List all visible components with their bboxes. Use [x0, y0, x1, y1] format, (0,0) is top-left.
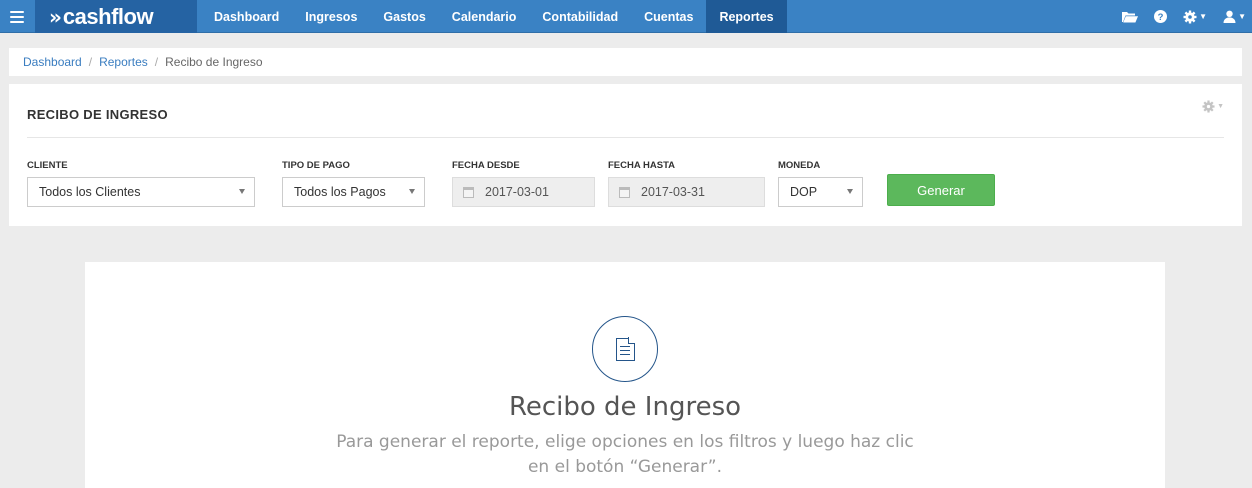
cliente-value: Todos los Clientes — [39, 185, 141, 199]
nav-item-gastos[interactable]: Gastos — [370, 0, 438, 33]
tipo-pago-label: TIPO DE PAGO — [282, 160, 350, 171]
cliente-label: CLIENTE — [27, 160, 68, 171]
report-empty-state: Recibo de Ingreso Para generar el report… — [85, 262, 1165, 488]
fecha-hasta-value: 2017-03-31 — [641, 185, 705, 199]
report-filter-panel: RECIBO DE INGRESO ▼ CLIENTE Todos los Cl… — [9, 84, 1242, 226]
nav-item-ingresos[interactable]: Ingresos — [292, 0, 370, 33]
breadcrumb-dashboard[interactable]: Dashboard — [23, 55, 82, 69]
moneda-select[interactable]: DOP — [778, 177, 863, 207]
fecha-hasta-input[interactable]: 2017-03-31 — [608, 177, 765, 207]
nav-item-calendario[interactable]: Calendario — [439, 0, 530, 33]
menu-toggle-button[interactable] — [0, 0, 34, 33]
fecha-hasta-label: FECHA HASTA — [608, 160, 676, 171]
svg-text:?: ? — [1158, 12, 1164, 23]
panel-settings-button[interactable]: ▼ — [1202, 100, 1224, 113]
user-icon[interactable]: ▼ — [1223, 10, 1246, 23]
brand-logo[interactable]: » cashflow — [35, 0, 197, 33]
nav-item-reportes[interactable]: Reportes — [706, 0, 787, 33]
dropdown-arrow-icon — [409, 189, 415, 194]
generate-button[interactable]: Generar — [887, 174, 995, 206]
brand-name: cashflow — [62, 3, 154, 29]
dropdown-arrow-icon — [239, 189, 245, 194]
moneda-value: DOP — [790, 185, 818, 199]
calendar-icon — [619, 186, 630, 198]
cliente-select[interactable]: Todos los Clientes — [27, 177, 255, 207]
moneda-label: MONEDA — [778, 160, 821, 171]
nav-right-tools: ? ▼ ▼ — [1106, 0, 1246, 33]
gear-icon — [1202, 100, 1215, 113]
tipo-pago-select[interactable]: Todos los Pagos — [282, 177, 425, 207]
chevron-down-icon: ▼ — [1238, 12, 1246, 21]
fecha-desde-label: FECHA DESDE — [452, 160, 520, 171]
settings-icon[interactable]: ▼ — [1183, 10, 1207, 24]
dropdown-arrow-icon — [847, 189, 853, 194]
breadcrumb-reportes[interactable]: Reportes — [99, 55, 148, 69]
chevron-down-icon: ▼ — [1199, 12, 1208, 21]
help-icon[interactable]: ? — [1154, 10, 1168, 23]
nav-item-contabilidad[interactable]: Contabilidad — [529, 0, 631, 33]
breadcrumb-separator: / — [88, 55, 93, 69]
nav-item-cuentas[interactable]: Cuentas — [631, 0, 706, 33]
empty-state-title: Recibo de Ingreso — [508, 392, 742, 422]
top-navbar: » cashflow Dashboard Ingresos Gastos Cal… — [0, 0, 1252, 33]
divider — [27, 137, 1224, 138]
empty-state-description: Para generar el reporte, elige opciones … — [336, 432, 914, 477]
cashflow-logo-icon: » — [49, 4, 62, 29]
nav-item-dashboard[interactable]: Dashboard — [201, 0, 292, 33]
main-nav: Dashboard Ingresos Gastos Calendario Con… — [201, 0, 787, 33]
document-icon — [592, 316, 658, 382]
calendar-icon — [463, 186, 474, 198]
hamburger-icon — [10, 10, 24, 23]
chevron-down-icon: ▼ — [1217, 103, 1224, 110]
fecha-desde-value: 2017-03-01 — [485, 185, 549, 199]
tipo-pago-value: Todos los Pagos — [294, 185, 386, 199]
breadcrumb-current: Recibo de Ingreso — [165, 55, 263, 69]
folder-icon[interactable] — [1122, 11, 1139, 23]
fecha-desde-input[interactable]: 2017-03-01 — [452, 177, 595, 207]
page-title: RECIBO DE INGRESO — [27, 107, 168, 122]
breadcrumb-separator: / — [154, 55, 159, 69]
breadcrumb: Dashboard / Reportes / Recibo de Ingreso — [9, 48, 1242, 76]
